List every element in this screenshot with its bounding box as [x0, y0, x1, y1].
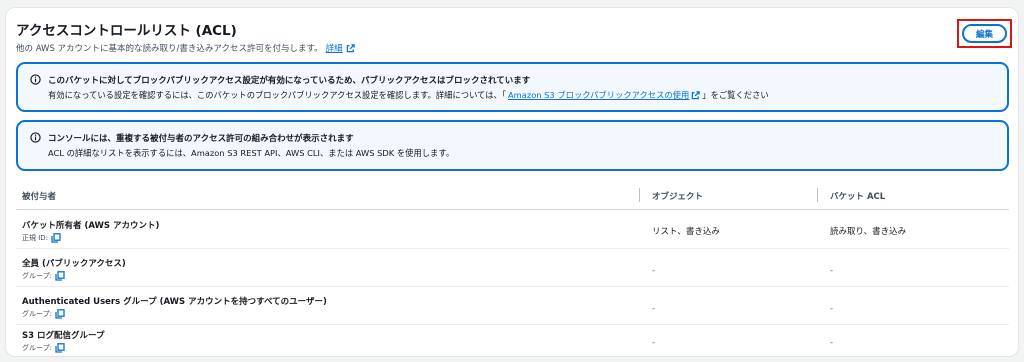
copy-icon[interactable]: [55, 271, 65, 281]
copy-icon[interactable]: [51, 233, 61, 243]
copy-icon[interactable]: [55, 309, 65, 319]
details-link[interactable]: 詳細: [326, 42, 343, 54]
external-link-icon[interactable]: [691, 90, 701, 100]
table-row: S3 ログ配信グループ グループ: - -: [16, 321, 1009, 359]
column-bucket-acl: バケット ACL: [830, 192, 886, 202]
column-grantee: 被付与者: [22, 192, 57, 202]
console-grantee-alert: コンソールには、重複する被付与者のアクセス許可の組み合わせが表示されます ACL…: [16, 120, 1009, 171]
grantee-id: 正規 ID:: [22, 233, 61, 243]
table-header: 被付与者 オブジェクト バケット ACL: [16, 182, 1009, 210]
alert-title: コンソールには、重複する被付与者のアクセス許可の組み合わせが表示されます: [48, 134, 354, 144]
grantee-name: バケット所有者 (AWS アカウント): [22, 221, 160, 231]
grantee-id: グループ:: [22, 343, 65, 353]
alert-text-before: 有効になっている設定を確認するには、このバケットのブロックパブリックアクセス設定…: [48, 90, 506, 100]
grantee-name: 全員 (パブリックアクセス): [22, 259, 126, 269]
object-permission: -: [652, 338, 656, 348]
object-permission: リスト、書き込み: [652, 227, 720, 237]
grantee-id-label: グループ:: [22, 310, 52, 318]
object-permission: -: [652, 304, 656, 314]
grantee-id: グループ:: [22, 271, 65, 281]
bucket-acl-permission: -: [830, 266, 834, 276]
bucket-acl-permission: -: [830, 338, 834, 348]
copy-icon[interactable]: [55, 343, 65, 353]
info-icon: [30, 74, 41, 85]
description-text: 他の AWS アカウントに基本的な読み取り/書き込みアクセス許可を付与します。: [16, 44, 323, 54]
block-public-access-doc-link[interactable]: Amazon S3 ブロックパブリックアクセスの使用: [508, 89, 689, 101]
column-divider[interactable]: [817, 188, 818, 202]
edit-button[interactable]: 編集: [962, 24, 1007, 43]
bucket-acl-permission: 読み取り、書き込み: [830, 227, 907, 237]
table-row: 全員 (パブリックアクセス) グループ: - -: [16, 249, 1009, 287]
page-description: 他の AWS アカウントに基本的な読み取り/書き込みアクセス許可を付与します。 …: [16, 42, 355, 54]
bucket-acl-permission: -: [830, 304, 834, 314]
table-row: バケット所有者 (AWS アカウント) 正規 ID: リスト、書き込み 読み取り…: [16, 211, 1009, 249]
grantee-id-label: グループ:: [22, 272, 52, 280]
alert-text-after: 」をご覧ください: [702, 90, 769, 100]
alert-text: 有効になっている設定を確認するには、このバケットのブロックパブリックアクセス設定…: [48, 89, 769, 101]
object-permission: -: [652, 266, 656, 276]
grantee-name: Authenticated Users グループ (AWS アカウントを持つすべ…: [22, 297, 327, 307]
table-row: Authenticated Users グループ (AWS アカウントを持つすべ…: [16, 287, 1009, 325]
grantee-name: S3 ログ配信グループ: [22, 331, 105, 341]
edit-highlight: 編集: [957, 19, 1012, 48]
page-title: アクセスコントロールリスト (ACL): [16, 23, 237, 39]
alert-text: ACL の詳細なリストを表示するには、Amazon S3 REST API、AW…: [48, 147, 454, 159]
external-link-icon[interactable]: [346, 43, 355, 53]
block-public-access-alert: このバケットに対してブロックパブリックアクセス設定が有効になっているため、パブリ…: [16, 62, 1009, 112]
acl-panel: アクセスコントロールリスト (ACL) 他の AWS アカウントに基本的な読み取…: [5, 7, 1019, 357]
info-icon: [30, 132, 41, 143]
column-divider[interactable]: [639, 188, 640, 202]
column-object: オブジェクト: [652, 192, 704, 202]
grantee-id: グループ:: [22, 309, 65, 319]
grantee-id-label: 正規 ID:: [22, 234, 49, 242]
alert-title: このバケットに対してブロックパブリックアクセス設定が有効になっているため、パブリ…: [48, 76, 531, 86]
grantee-id-label: グループ:: [22, 344, 52, 352]
alert-text-before: ACL の詳細なリストを表示するには、Amazon S3 REST API、AW…: [48, 148, 455, 158]
